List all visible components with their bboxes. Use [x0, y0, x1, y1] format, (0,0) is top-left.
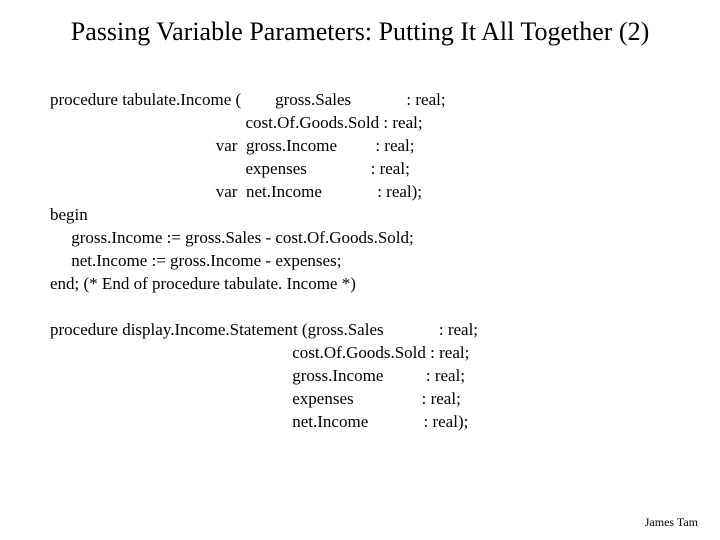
code-line: begin — [50, 205, 88, 224]
code-line: procedure display.Income.Statement (gros… — [50, 320, 478, 339]
code-line: expenses : real; — [50, 389, 461, 408]
code-line: net.Income : real); — [50, 412, 468, 431]
code-line: var net.Income : real); — [50, 182, 422, 201]
code-line: procedure tabulate.Income ( gross.Sales … — [50, 90, 446, 109]
code-line: cost.Of.Goods.Sold : real; — [50, 113, 423, 132]
code-line: cost.Of.Goods.Sold : real; — [50, 343, 469, 362]
code-line: gross.Income := gross.Sales - cost.Of.Go… — [50, 228, 414, 247]
code-line: expenses : real; — [50, 159, 410, 178]
footer-author: James Tam — [645, 515, 698, 530]
code-line: gross.Income : real; — [50, 366, 465, 385]
slide-content: Passing Variable Parameters: Putting It … — [0, 0, 720, 456]
code-block: procedure tabulate.Income ( gross.Sales … — [50, 67, 670, 457]
page-title: Passing Variable Parameters: Putting It … — [50, 16, 670, 49]
code-line: net.Income := gross.Income - expenses; — [50, 251, 341, 270]
code-line: var gross.Income : real; — [50, 136, 415, 155]
code-line: end; (* End of procedure tabulate. Incom… — [50, 274, 356, 293]
